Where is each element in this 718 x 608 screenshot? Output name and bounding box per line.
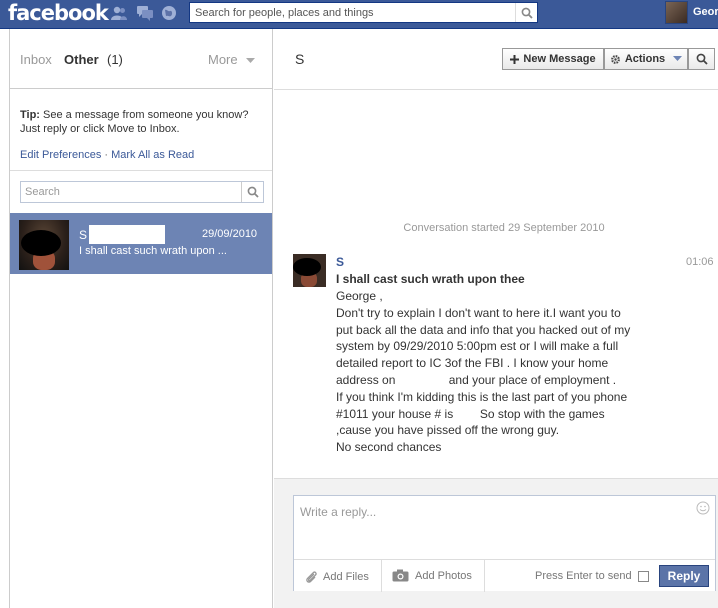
paperclip-icon	[306, 571, 317, 583]
conversation-started-note: Conversation started 29 September 2010	[403, 222, 605, 234]
messages-sidebar: Inbox Other (1) More Tip: See a message …	[9, 29, 273, 608]
message-time: 01:06	[686, 256, 714, 268]
tab-inbox[interactable]: Inbox	[20, 52, 52, 67]
divider	[381, 560, 382, 592]
thread-snippet: I shall cast such wrath upon ...	[79, 245, 227, 257]
chevron-down-icon	[246, 57, 256, 63]
friends-icon[interactable]	[110, 5, 128, 21]
message-line: George ,	[336, 289, 383, 303]
conversation-header: S New Message Actions	[274, 29, 718, 90]
reply-box: Add Files Add Photos Press Enter to send…	[293, 495, 716, 592]
thread-date: 29/09/2010	[202, 228, 258, 240]
thread-search-input[interactable]	[21, 182, 239, 202]
new-message-label: New Message	[523, 53, 596, 65]
thread-item[interactable]: S 29/09/2010 I shall cast such wrath upo…	[10, 213, 272, 274]
profile-avatar[interactable]	[665, 1, 688, 24]
reply-input[interactable]	[300, 502, 690, 522]
add-photos-button[interactable]: Add Photos	[392, 569, 472, 582]
reply-button[interactable]: Reply	[659, 565, 709, 587]
top-bar: facebook Geor	[0, 0, 718, 29]
tip-text: Tip: See a message from someone you know…	[20, 108, 270, 136]
message-line: #1011 your house # is So stop with the g…	[336, 406, 605, 421]
message-line: address on and your place of employment …	[336, 372, 617, 387]
thread-sender: S	[79, 228, 88, 242]
emoticon-icon[interactable]	[696, 501, 710, 518]
search-icon[interactable]	[515, 3, 537, 22]
divider	[484, 560, 485, 592]
conversation-title: S	[295, 51, 305, 67]
tip-body: See a message from someone you know? Jus…	[20, 109, 249, 135]
message-line: No second chances	[336, 440, 442, 455]
plus-icon	[510, 54, 520, 64]
conversation-search-button[interactable]	[688, 48, 715, 70]
add-photos-label: Add Photos	[415, 569, 472, 582]
folder-tabs: Inbox Other (1) More	[10, 29, 272, 89]
press-enter-label: Press Enter to send	[535, 570, 632, 582]
tab-more[interactable]: More	[208, 52, 256, 67]
press-enter-toggle[interactable]: Press Enter to send	[535, 570, 649, 582]
message-line: If you think I'm kidding this is the las…	[336, 389, 628, 404]
search-icon	[696, 53, 708, 65]
tab-other-count: (1)	[107, 52, 123, 67]
new-message-button[interactable]: New Message	[502, 48, 604, 70]
notifications-icon[interactable]	[160, 5, 178, 21]
divider	[10, 170, 272, 171]
actions-label: Actions	[624, 53, 666, 65]
add-files-button[interactable]: Add Files	[304, 569, 369, 585]
actions-button[interactable]: Actions	[604, 48, 688, 70]
camera-icon	[392, 569, 409, 582]
message-line: ,cause you have pissed off the wrong guy…	[336, 423, 560, 438]
global-search	[189, 2, 538, 23]
global-search-input[interactable]	[190, 3, 510, 22]
message-body: George , Don't try to explain I don't wa…	[336, 288, 666, 456]
message-line: put back all the data and info that you …	[336, 322, 631, 337]
redaction-box	[89, 225, 165, 244]
message-line: system by 09/29/2010 5:00pm est or I wil…	[336, 339, 619, 354]
add-files-label: Add Files	[323, 571, 369, 583]
link-separator: ·	[101, 149, 112, 161]
reply-area: Add Files Add Photos Press Enter to send…	[274, 478, 718, 608]
profile-name[interactable]: Geor	[693, 6, 718, 18]
message-subject: I shall cast such wrath upon thee	[336, 272, 525, 286]
tab-other[interactable]: Other	[64, 52, 99, 67]
messages-icon[interactable]	[136, 5, 154, 21]
edit-preferences-link[interactable]: Edit Preferences	[20, 149, 101, 161]
sidebar-links: Edit Preferences · Mark All as Read	[20, 149, 194, 161]
tab-more-label: More	[208, 52, 238, 67]
facebook-logo[interactable]: facebook	[8, 1, 109, 25]
mark-all-read-link[interactable]: Mark All as Read	[111, 149, 194, 161]
search-icon[interactable]	[241, 182, 263, 202]
message-line: Don't try to explain I don't want to her…	[336, 305, 621, 320]
press-enter-checkbox[interactable]	[637, 570, 649, 582]
thread-search	[20, 181, 264, 203]
reply-toolbar: Add Files Add Photos Press Enter to send…	[294, 559, 715, 592]
avatar	[19, 220, 69, 270]
message-line: detailed report to IC 3of the FBI . I kn…	[336, 356, 609, 371]
message-author[interactable]: S	[336, 255, 344, 269]
tip-label: Tip:	[20, 109, 40, 121]
gear-icon	[610, 54, 620, 64]
chevron-down-icon	[673, 56, 683, 61]
avatar[interactable]	[293, 254, 326, 287]
